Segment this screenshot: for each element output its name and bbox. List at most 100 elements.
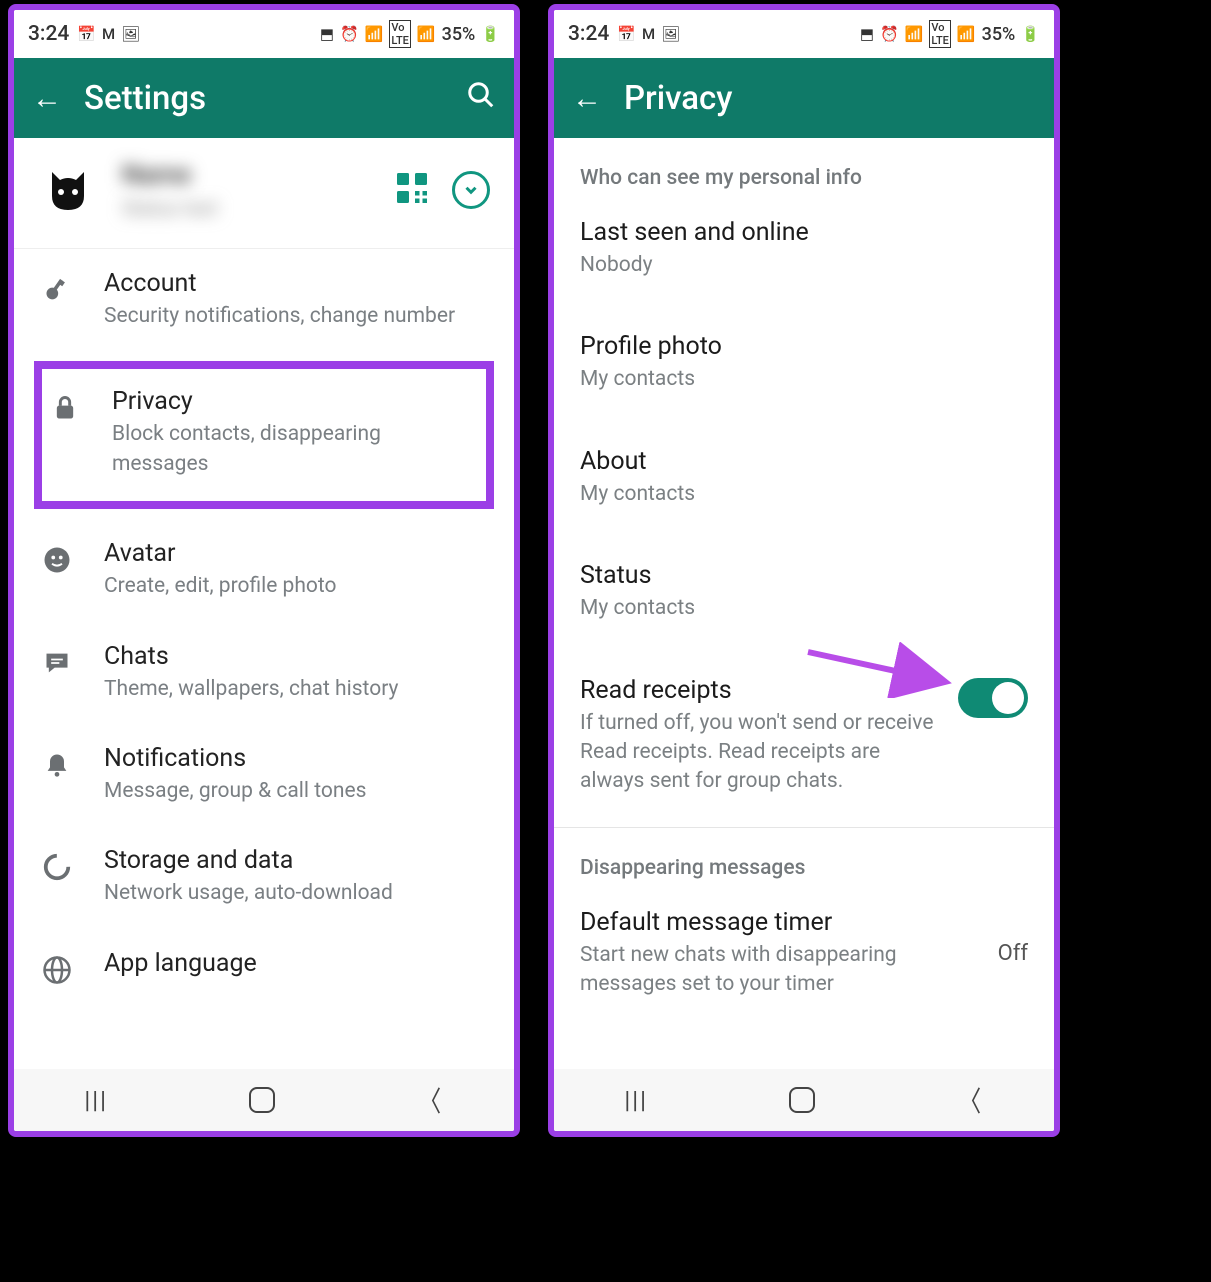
- settings-item-privacy[interactable]: Privacy Block contacts, disappearing mes…: [34, 361, 494, 509]
- app-bar: ← Privacy: [554, 58, 1054, 138]
- search-icon[interactable]: [466, 80, 496, 117]
- wifi-icon: 📶: [905, 25, 924, 43]
- data-usage-icon: [38, 848, 76, 886]
- item-title: Read receipts: [580, 676, 948, 705]
- volte-icon: VoLTE: [929, 20, 951, 48]
- item-subtitle: Network usage, auto-download: [104, 879, 490, 908]
- item-subtitle: Message, group & call tones: [104, 777, 490, 806]
- bell-icon: [38, 746, 76, 784]
- nav-recent-icon[interactable]: |||: [84, 1086, 108, 1114]
- item-title: Notifications: [104, 744, 490, 773]
- expand-chevron-icon[interactable]: [452, 171, 490, 209]
- item-title: Account: [104, 269, 490, 298]
- phone-left-settings: 3:24 📅 M 🖼 ⬒ ⏰ 📶 VoLTE 📶 35% 🔋 ← Setting…: [8, 4, 520, 1137]
- item-description: If turned off, you won't send or receive…: [580, 709, 948, 797]
- qr-code-icon[interactable]: [394, 170, 430, 210]
- battery-saver-icon: ⬒: [320, 25, 334, 43]
- gmail-icon: M: [102, 25, 115, 43]
- profile-name: Name: [122, 160, 394, 190]
- android-nav-bar: ||| 〈: [14, 1069, 514, 1131]
- back-arrow-icon[interactable]: ←: [32, 81, 62, 116]
- image-icon: 🖼: [661, 25, 680, 43]
- lock-icon: [46, 389, 84, 427]
- phone-right-privacy: 3:24 📅 M 🖼 ⬒ ⏰ 📶 VoLTE 📶 35% 🔋 ← Privacy…: [548, 4, 1060, 1137]
- privacy-item-about[interactable]: About My contacts: [554, 431, 1054, 525]
- signal-icon: 📶: [417, 25, 436, 43]
- android-nav-bar: ||| 〈: [554, 1069, 1054, 1131]
- item-title: Profile photo: [580, 332, 1028, 361]
- avatar-face-icon: [38, 541, 76, 579]
- item-title: About: [580, 447, 1028, 476]
- privacy-item-profile-photo[interactable]: Profile photo My contacts: [554, 316, 1054, 410]
- item-title: Storage and data: [104, 846, 490, 875]
- battery-icon: 🔋: [481, 25, 500, 43]
- toggle-knob: [992, 682, 1024, 714]
- item-value: Nobody: [580, 251, 1028, 280]
- item-value: My contacts: [580, 594, 1028, 623]
- battery-icon: 🔋: [1021, 25, 1040, 43]
- avatar: [38, 160, 98, 220]
- settings-item-storage[interactable]: Storage and data Network usage, auto-dow…: [14, 826, 514, 928]
- section-disappearing: Disappearing messages: [554, 828, 1054, 892]
- alarm-icon: ⏰: [340, 25, 359, 43]
- profile-status: Status text: [122, 196, 394, 220]
- privacy-item-read-receipts[interactable]: Read receipts If turned off, you won't s…: [554, 660, 1054, 813]
- battery-saver-icon: ⬒: [860, 25, 874, 43]
- status-bar: 3:24 📅 M 🖼 ⬒ ⏰ 📶 VoLTE 📶 35% 🔋: [554, 10, 1054, 58]
- privacy-item-last-seen[interactable]: Last seen and online Nobody: [554, 202, 1054, 296]
- volte-icon: VoLTE: [389, 20, 411, 48]
- status-right-icons: ⬒ ⏰ 📶 VoLTE 📶 35% 🔋: [320, 20, 500, 48]
- item-title: Privacy: [112, 387, 482, 416]
- chat-icon: [38, 644, 76, 682]
- back-arrow-icon[interactable]: ←: [572, 81, 602, 116]
- privacy-item-status[interactable]: Status My contacts: [554, 545, 1054, 639]
- gmail-icon: M: [642, 25, 655, 43]
- appbar-title: Settings: [84, 79, 466, 118]
- settings-item-avatar[interactable]: Avatar Create, edit, profile photo: [14, 519, 514, 621]
- nav-recent-icon[interactable]: |||: [624, 1086, 648, 1114]
- globe-icon: [38, 951, 76, 989]
- battery-percent: 35%: [982, 24, 1016, 45]
- image-icon: 🖼: [121, 25, 140, 43]
- nav-home-icon[interactable]: [789, 1087, 815, 1113]
- battery-percent: 35%: [442, 24, 476, 45]
- appbar-title: Privacy: [624, 79, 1036, 118]
- status-time: 3:24: [28, 22, 69, 46]
- item-title: Last seen and online: [580, 218, 1028, 247]
- profile-row[interactable]: Name Status text: [14, 138, 514, 249]
- nav-home-icon[interactable]: [249, 1087, 275, 1113]
- item-title: Default message timer: [580, 908, 988, 937]
- status-right-icons: ⬒ ⏰ 📶 VoLTE 📶 35% 🔋: [860, 20, 1040, 48]
- item-value: My contacts: [580, 365, 1028, 394]
- key-icon: [38, 271, 76, 309]
- nav-back-icon[interactable]: 〈: [418, 1080, 440, 1120]
- app-bar: ← Settings: [14, 58, 514, 138]
- status-left-icons: 📅 M 🖼: [617, 25, 680, 43]
- calendar-icon: 📅: [617, 25, 636, 43]
- nav-back-icon[interactable]: 〈: [958, 1080, 980, 1120]
- calendar-icon: 📅: [77, 25, 96, 43]
- status-bar: 3:24 📅 M 🖼 ⬒ ⏰ 📶 VoLTE 📶 35% 🔋: [14, 10, 514, 58]
- settings-content: Name Status text Account Security notifi…: [14, 138, 514, 1069]
- settings-item-chats[interactable]: Chats Theme, wallpapers, chat history: [14, 622, 514, 724]
- item-subtitle: Create, edit, profile photo: [104, 572, 490, 601]
- item-subtitle: Security notifications, change number: [104, 302, 490, 331]
- item-title: Avatar: [104, 539, 490, 568]
- alarm-icon: ⏰: [880, 25, 899, 43]
- settings-item-language[interactable]: App language: [14, 929, 514, 993]
- signal-icon: 📶: [957, 25, 976, 43]
- settings-item-account[interactable]: Account Security notifications, change n…: [14, 249, 514, 351]
- privacy-item-message-timer[interactable]: Default message timer Start new chats wi…: [554, 892, 1054, 1016]
- status-time: 3:24: [568, 22, 609, 46]
- section-personal-info: Who can see my personal info: [554, 138, 1054, 202]
- item-title: Chats: [104, 642, 490, 671]
- item-subtitle: Block contacts, disappearing messages: [112, 420, 482, 479]
- item-value: My contacts: [580, 480, 1028, 509]
- wifi-icon: 📶: [365, 25, 384, 43]
- read-receipts-toggle[interactable]: [958, 678, 1028, 718]
- item-subtitle: Theme, wallpapers, chat history: [104, 675, 490, 704]
- timer-value: Off: [998, 941, 1028, 966]
- settings-item-notifications[interactable]: Notifications Message, group & call tone…: [14, 724, 514, 826]
- privacy-content: Who can see my personal info Last seen a…: [554, 138, 1054, 1069]
- item-title: Status: [580, 561, 1028, 590]
